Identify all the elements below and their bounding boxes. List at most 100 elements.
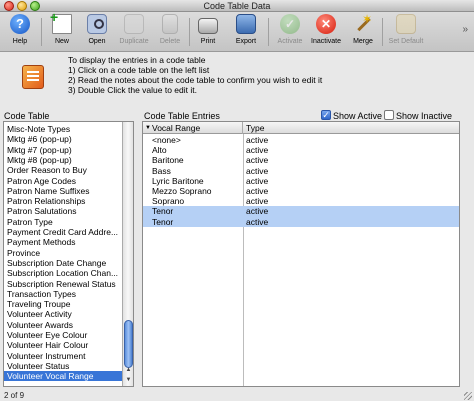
instruction-line: To display the entries in a code table — [68, 55, 206, 65]
cell-vocal-range: <none> — [152, 135, 181, 145]
code-table-icon — [22, 65, 44, 89]
trash-icon — [162, 14, 178, 34]
table-row[interactable]: Bass active — [143, 165, 459, 176]
resize-grip-icon[interactable] — [464, 392, 472, 400]
open-button-label: Open — [88, 38, 106, 45]
entries-table[interactable]: ▼ Vocal Range Type <none> active Alto activ… — [142, 121, 460, 387]
code-table-label: Code Table — [4, 111, 50, 121]
x-circle-icon: ✕ — [316, 14, 336, 34]
list-item[interactable]: Subscription Location Chan... — [4, 268, 122, 278]
duplicate-icon — [124, 14, 144, 34]
scroll-up-arrow-icon[interactable]: ▲ — [124, 366, 133, 375]
sort-ascending-icon: ▼ — [145, 125, 151, 131]
merge-button-label: Merge — [353, 38, 373, 45]
table-row[interactable]: Lyric Baritone active — [143, 175, 459, 186]
duplicate-button-label: Duplicate — [119, 38, 149, 45]
export-button[interactable]: Export — [226, 14, 266, 50]
list-item[interactable]: Patron Age Codes — [4, 176, 122, 186]
table-header: ▼ Vocal Range Type — [143, 122, 459, 134]
table-row[interactable]: Baritone active — [143, 155, 459, 166]
code-table-scrollbar[interactable]: ▲ ▼ — [122, 122, 133, 386]
set-default-button[interactable]: Set Default — [386, 14, 426, 50]
instruction-line: 2) Read the notes about the code table t… — [68, 75, 323, 85]
list-item[interactable]: Subscription Renewal Status — [4, 279, 122, 289]
list-item[interactable]: Payment Credit Card Addre... — [4, 227, 122, 237]
column-header-label: Vocal Range — [152, 123, 201, 133]
cell-vocal-range: Soprano — [152, 196, 185, 207]
new-button-label: New — [54, 38, 69, 45]
list-item[interactable]: Volunteer Status — [4, 361, 122, 371]
help-button-label: Help — [12, 38, 28, 45]
list-item[interactable]: Mktg #8 (pop-up) — [4, 155, 122, 165]
code-table-list[interactable]: Misc-Note Types Mktg #6 (pop-up) Mktg #7 (… — [3, 121, 134, 387]
magic-wand-icon — [353, 12, 373, 34]
open-magnifier-icon — [87, 14, 107, 34]
list-item[interactable]: Patron Type — [4, 217, 122, 227]
cell-type: active — [246, 145, 269, 156]
cell-type: active — [246, 175, 269, 186]
list-item[interactable]: Volunteer Vocal Range — [4, 371, 122, 382]
print-button[interactable]: Print — [188, 14, 228, 50]
table-row[interactable]: Tenor active — [143, 216, 459, 227]
list-item[interactable]: Volunteer Awards — [4, 320, 122, 330]
cell-vocal-range: Baritone — [152, 155, 184, 166]
inactivate-button[interactable]: ✕ Inactivate — [306, 14, 346, 50]
new-button[interactable]: New — [42, 9, 82, 50]
cell-vocal-range: Tenor — [152, 216, 174, 227]
list-item[interactable]: Payment Methods — [4, 237, 122, 247]
cell-vocal-range: Bass — [152, 165, 171, 176]
activate-button[interactable]: ✓ Activate — [270, 14, 310, 50]
open-button[interactable]: Open — [77, 14, 117, 50]
list-item[interactable]: Patron Relationships — [4, 196, 122, 206]
scroll-down-arrow-icon[interactable]: ▼ — [124, 376, 133, 385]
table-row[interactable]: Tenor active — [143, 206, 459, 217]
column-header-type[interactable]: Type — [243, 122, 459, 134]
record-count: 2 of 9 — [4, 391, 25, 400]
set-default-button-label: Set Default — [388, 38, 424, 45]
delete-button[interactable]: Delete — [150, 14, 190, 50]
cell-vocal-range: Alto — [152, 145, 167, 156]
toolbar-overflow-icon[interactable]: » — [462, 24, 468, 35]
printer-icon — [198, 18, 218, 34]
list-item[interactable]: Volunteer Hair Colour — [4, 340, 122, 350]
list-item[interactable]: Volunteer Activity — [4, 309, 122, 319]
table-row[interactable]: <none> active — [143, 135, 459, 145]
new-document-icon — [50, 9, 72, 34]
table-row[interactable]: Alto active — [143, 145, 459, 156]
list-item[interactable]: Patron Name Suffixes — [4, 186, 122, 196]
scrollbar-thumb[interactable] — [124, 320, 133, 368]
list-item[interactable]: Patron Salutations — [4, 206, 122, 216]
cell-type: active — [246, 216, 269, 227]
list-item[interactable]: Province — [4, 248, 122, 258]
toolbar-separator — [382, 18, 383, 46]
list-item[interactable]: Volunteer Instrument — [4, 351, 122, 361]
duplicate-button[interactable]: Duplicate — [114, 14, 154, 50]
set-default-icon — [396, 14, 416, 34]
merge-button[interactable]: Merge — [343, 12, 383, 50]
list-item[interactable]: Order Reason to Buy — [4, 165, 122, 175]
cell-type: active — [246, 196, 269, 207]
list-item[interactable]: Mktg #7 (pop-up) — [4, 145, 122, 155]
cell-type: active — [246, 135, 269, 145]
show-active-label: Show Active — [333, 111, 383, 121]
list-item[interactable]: Mktg #6 (pop-up) — [4, 134, 122, 144]
table-row[interactable]: Soprano active — [143, 196, 459, 207]
list-item[interactable]: Traveling Troupe — [4, 299, 122, 309]
list-item[interactable]: Transaction Types — [4, 289, 122, 299]
show-active-checkbox[interactable]: ✓ — [321, 110, 331, 120]
list-item[interactable]: Subscription Date Change — [4, 258, 122, 268]
list-item[interactable]: Volunteer Eye Colour — [4, 330, 122, 340]
show-inactive-checkbox[interactable] — [384, 110, 394, 120]
status-bar: 2 of 9 — [0, 390, 474, 401]
list-item[interactable]: Misc-Note Types — [4, 124, 122, 134]
cell-type: active — [246, 155, 269, 166]
help-button[interactable]: ? Help — [0, 14, 40, 50]
export-icon — [236, 14, 256, 34]
activate-button-label: Activate — [277, 38, 303, 45]
table-row[interactable]: Mezzo Soprano active — [143, 186, 459, 196]
column-header-vocal-range[interactable]: ▼ Vocal Range — [143, 122, 243, 134]
export-button-label: Export — [235, 38, 257, 45]
instructions-panel: To display the entries in a code table 1… — [0, 53, 474, 109]
show-inactive-label: Show Inactive — [396, 111, 453, 121]
cell-vocal-range: Tenor — [152, 206, 174, 217]
